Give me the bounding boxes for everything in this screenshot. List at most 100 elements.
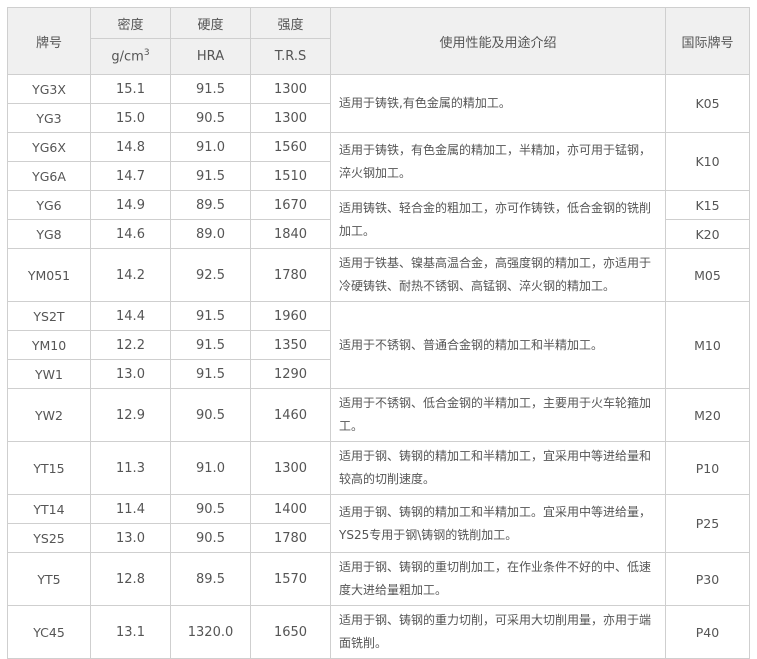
grade-cell: YT5 bbox=[7, 552, 91, 606]
usage-cell: 适用于铸铁,有色金属的精加工。 bbox=[330, 74, 666, 133]
grade-cell: YG6X bbox=[7, 132, 91, 162]
density-unit-base: g/cm bbox=[111, 49, 144, 65]
grade-cell: YW1 bbox=[7, 359, 91, 389]
grade-cell: YM10 bbox=[7, 330, 91, 360]
strength-cell: 1460 bbox=[250, 388, 331, 442]
strength-cell: 1300 bbox=[250, 74, 331, 104]
intl-grade-cell: M05 bbox=[665, 248, 750, 302]
strength-cell: 1780 bbox=[250, 523, 331, 553]
header-density-unit: g/cm3 bbox=[90, 38, 171, 75]
density-cell: 13.0 bbox=[90, 359, 171, 389]
hardness-cell: 89.0 bbox=[170, 219, 251, 249]
hardness-cell: 91.0 bbox=[170, 441, 251, 495]
hardness-cell: 89.5 bbox=[170, 190, 251, 220]
hardness-cell: 90.5 bbox=[170, 103, 251, 133]
hardness-cell: 89.5 bbox=[170, 552, 251, 606]
grade-cell: YG8 bbox=[7, 219, 91, 249]
strength-cell: 1570 bbox=[250, 552, 331, 606]
usage-cell: 适用于钢、铸钢的精加工和半精加工。宜采用中等进给量，YS25专用于钢\铸钢的铣削… bbox=[330, 494, 666, 553]
density-cell: 14.8 bbox=[90, 132, 171, 162]
intl-grade-cell: M20 bbox=[665, 388, 750, 442]
strength-cell: 1300 bbox=[250, 441, 331, 495]
hardness-cell: 91.5 bbox=[170, 330, 251, 360]
strength-cell: 1650 bbox=[250, 605, 331, 659]
density-cell: 14.2 bbox=[90, 248, 171, 302]
usage-cell: 适用于钢、铸钢的重切削加工，在作业条件不好的中、低速度大进给量粗加工。 bbox=[330, 552, 666, 606]
header-hardness-unit: HRA bbox=[170, 38, 251, 75]
strength-cell: 1960 bbox=[250, 301, 331, 331]
density-cell: 14.4 bbox=[90, 301, 171, 331]
strength-cell: 1510 bbox=[250, 161, 331, 191]
density-cell: 15.1 bbox=[90, 74, 171, 104]
density-cell: 15.0 bbox=[90, 103, 171, 133]
header-strength: 强度 bbox=[250, 7, 331, 39]
density-cell: 12.9 bbox=[90, 388, 171, 442]
intl-grade-cell: P10 bbox=[665, 441, 750, 495]
density-cell: 14.9 bbox=[90, 190, 171, 220]
hardness-cell: 90.5 bbox=[170, 388, 251, 442]
grade-cell: YG6A bbox=[7, 161, 91, 191]
density-cell: 13.1 bbox=[90, 605, 171, 659]
hardness-cell: 92.5 bbox=[170, 248, 251, 302]
usage-cell: 适用于不锈钢、普通合金钢的精加工和半精加工。 bbox=[330, 301, 666, 389]
grade-cell: YM051 bbox=[7, 248, 91, 302]
header-grade: 牌号 bbox=[7, 7, 91, 75]
header-density: 密度 bbox=[90, 7, 171, 39]
strength-cell: 1840 bbox=[250, 219, 331, 249]
intl-grade-cell: K20 bbox=[665, 219, 750, 249]
hardness-cell: 91.5 bbox=[170, 301, 251, 331]
strength-cell: 1300 bbox=[250, 103, 331, 133]
header-strength-unit: T.R.S bbox=[250, 38, 331, 75]
table-row: YW2 12.9 90.5 1460 适用于不锈钢、低合金钢的半精加工，主要用于… bbox=[7, 388, 750, 442]
usage-cell: 适用铸铁、轻合金的粗加工，亦可作铸铁，低合金钢的铣削加工。 bbox=[330, 190, 666, 249]
grade-cell: YG3X bbox=[7, 74, 91, 104]
hardness-cell: 91.5 bbox=[170, 74, 251, 104]
usage-cell: 适用于钢、铸钢的精加工和半精加工，宜采用中等进给量和较高的切削速度。 bbox=[330, 441, 666, 495]
grade-cell: YT15 bbox=[7, 441, 91, 495]
usage-cell: 适用于钢、铸钢的重力切削，可采用大切削用量，亦用于端面铣削。 bbox=[330, 605, 666, 659]
strength-cell: 1670 bbox=[250, 190, 331, 220]
usage-cell: 适用于不锈钢、低合金钢的半精加工，主要用于火车轮箍加工。 bbox=[330, 388, 666, 442]
hardness-cell: 91.0 bbox=[170, 132, 251, 162]
hardness-cell: 91.5 bbox=[170, 359, 251, 389]
grade-cell: YG6 bbox=[7, 190, 91, 220]
grade-cell: YS2T bbox=[7, 301, 91, 331]
table-row: YT15 11.3 91.0 1300 适用于钢、铸钢的精加工和半精加工，宜采用… bbox=[7, 441, 750, 495]
carbide-grade-table: 牌号 密度 硬度 强度 使用性能及用途介绍 国际牌号 g/cm3 HRA T.R… bbox=[7, 7, 750, 659]
header-usage: 使用性能及用途介绍 bbox=[330, 7, 666, 75]
density-cell: 12.8 bbox=[90, 552, 171, 606]
table-row: YG3X 15.1 91.5 1300 适用于铸铁,有色金属的精加工。 K05 bbox=[7, 74, 750, 133]
strength-cell: 1400 bbox=[250, 494, 331, 524]
grade-cell: YT14 bbox=[7, 494, 91, 524]
intl-grade-cell: K05 bbox=[665, 74, 750, 133]
table-row: YT14 11.4 90.5 1400 适用于钢、铸钢的精加工和半精加工。宜采用… bbox=[7, 494, 750, 553]
hardness-cell: 90.5 bbox=[170, 494, 251, 524]
density-cell: 13.0 bbox=[90, 523, 171, 553]
density-cell: 14.6 bbox=[90, 219, 171, 249]
header-intl-grade: 国际牌号 bbox=[665, 7, 750, 75]
density-cell: 14.7 bbox=[90, 161, 171, 191]
table-row: YG6 14.9 89.5 1670 适用铸铁、轻合金的粗加工，亦可作铸铁，低合… bbox=[7, 190, 750, 249]
table-row: YS2T 14.4 91.5 1960 适用于不锈钢、普通合金钢的精加工和半精加… bbox=[7, 301, 750, 389]
grade-cell: YS25 bbox=[7, 523, 91, 553]
strength-cell: 1560 bbox=[250, 132, 331, 162]
header-hardness: 硬度 bbox=[170, 7, 251, 39]
intl-grade-cell: M10 bbox=[665, 301, 750, 389]
intl-grade-cell: P25 bbox=[665, 494, 750, 553]
hardness-cell: 90.5 bbox=[170, 523, 251, 553]
usage-cell: 适用于铸铁，有色金属的精加工，半精加，亦可用于锰钢，淬火钢加工。 bbox=[330, 132, 666, 191]
density-unit-exponent: 3 bbox=[143, 48, 150, 59]
hardness-cell: 91.5 bbox=[170, 161, 251, 191]
grade-cell: YG3 bbox=[7, 103, 91, 133]
usage-cell: 适用于铁基、镍基高温合金，高强度钢的精加工，亦适用于冷硬铸铁、耐热不锈钢、高锰钢… bbox=[330, 248, 666, 302]
strength-cell: 1290 bbox=[250, 359, 331, 389]
table-row: YC45 13.1 1320.0 1650 适用于钢、铸钢的重力切削，可采用大切… bbox=[7, 605, 750, 659]
header-row: 牌号 密度 硬度 强度 使用性能及用途介绍 国际牌号 bbox=[7, 7, 750, 75]
table-row: YG6X 14.8 91.0 1560 适用于铸铁，有色金属的精加工，半精加，亦… bbox=[7, 132, 750, 191]
table-row: YM051 14.2 92.5 1780 适用于铁基、镍基高温合金，高强度钢的精… bbox=[7, 248, 750, 302]
hardness-cell: 1320.0 bbox=[170, 605, 251, 659]
intl-grade-cell: K10 bbox=[665, 132, 750, 191]
intl-grade-cell: P40 bbox=[665, 605, 750, 659]
density-cell: 12.2 bbox=[90, 330, 171, 360]
grade-cell: YW2 bbox=[7, 388, 91, 442]
